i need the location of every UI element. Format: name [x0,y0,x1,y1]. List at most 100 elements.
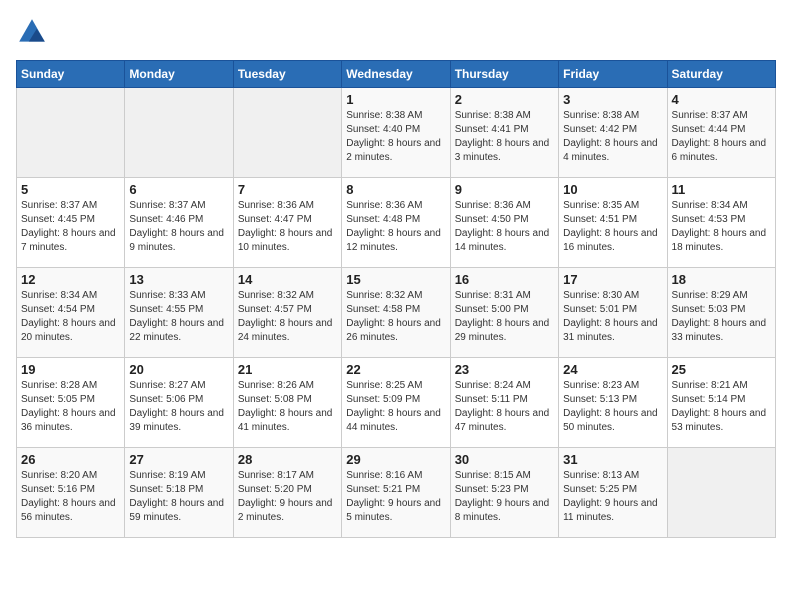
calendar-cell: 6 Sunrise: 8:37 AM Sunset: 4:46 PM Daylig… [125,178,233,268]
calendar-cell: 22 Sunrise: 8:25 AM Sunset: 5:09 PM Dayli… [342,358,450,448]
day-info: Sunrise: 8:35 AM Sunset: 4:51 PM Dayligh… [563,199,662,255]
day-info: Sunrise: 8:24 AM Sunset: 5:11 PM Dayligh… [455,379,554,435]
day-number: 14 [238,272,337,287]
weekday-header-saturday: Saturday [667,61,775,88]
day-number: 23 [455,362,554,377]
calendar-week-2: 12 Sunrise: 8:34 AM Sunset: 4:54 PM Dayli… [17,268,776,358]
day-number: 6 [129,182,228,197]
calendar-cell: 31 Sunrise: 8:13 AM Sunset: 5:25 PM Dayli… [559,448,667,538]
day-info: Sunrise: 8:30 AM Sunset: 5:01 PM Dayligh… [563,289,662,345]
calendar-cell: 2 Sunrise: 8:38 AM Sunset: 4:41 PM Daylig… [450,88,558,178]
calendar-cell: 13 Sunrise: 8:33 AM Sunset: 4:55 PM Dayli… [125,268,233,358]
calendar-cell [233,88,341,178]
day-number: 20 [129,362,228,377]
calendar-header-row: SundayMondayTuesdayWednesdayThursdayFrid… [17,61,776,88]
day-number: 26 [21,452,120,467]
day-info: Sunrise: 8:32 AM Sunset: 4:58 PM Dayligh… [346,289,445,345]
page-header [16,16,776,48]
calendar-cell: 26Sunrise: 8:20 AM Sunset: 5:16 PM Dayli… [17,448,125,538]
logo [16,16,54,48]
calendar-week-3: 19 Sunrise: 8:28 AM Sunset: 5:05 PM Dayli… [17,358,776,448]
day-number: 8 [346,182,445,197]
day-number: 22 [346,362,445,377]
calendar-cell: 3 Sunrise: 8:38 AM Sunset: 4:42 PM Daylig… [559,88,667,178]
calendar-cell: 21Sunrise: 8:26 AM Sunset: 5:08 PM Dayli… [233,358,341,448]
day-number: 27 [129,452,228,467]
day-number: 1 [346,92,445,107]
calendar-cell [17,88,125,178]
calendar: SundayMondayTuesdayWednesdayThursdayFrid… [16,60,776,538]
day-number: 16 [455,272,554,287]
calendar-cell: 5 Sunrise: 8:37 AM Sunset: 4:45 PM Daylig… [17,178,125,268]
day-info: Sunrise: 8:34 AM Sunset: 4:53 PM Dayligh… [672,199,771,255]
calendar-cell [125,88,233,178]
day-info: Sunrise: 8:37 AM Sunset: 4:44 PM Dayligh… [672,109,771,165]
day-number: 24 [563,362,662,377]
day-number: 12 [21,272,120,287]
calendar-cell: 30 Sunrise: 8:15 AM Sunset: 5:23 PM Dayli… [450,448,558,538]
calendar-cell: 4 Sunrise: 8:37 AM Sunset: 4:44 PM Daylig… [667,88,775,178]
calendar-cell: 8 Sunrise: 8:36 AM Sunset: 4:48 PM Daylig… [342,178,450,268]
day-info: Sunrise: 8:21 AM Sunset: 5:14 PM Dayligh… [672,379,771,435]
calendar-cell: 15 Sunrise: 8:32 AM Sunset: 4:58 PM Dayli… [342,268,450,358]
calendar-cell: 20 Sunrise: 8:27 AM Sunset: 5:06 PM Dayli… [125,358,233,448]
day-number: 31 [563,452,662,467]
day-info: Sunrise: 8:38 AM Sunset: 4:41 PM Dayligh… [455,109,554,165]
day-number: 4 [672,92,771,107]
day-number: 11 [672,182,771,197]
day-number: 28 [238,452,337,467]
day-number: 2 [455,92,554,107]
day-info: Sunrise: 8:28 AM Sunset: 5:05 PM Dayligh… [21,379,120,435]
day-info: Sunrise: 8:38 AM Sunset: 4:42 PM Dayligh… [563,109,662,165]
day-info: Sunrise: 8:36 AM Sunset: 4:50 PM Dayligh… [455,199,554,255]
calendar-cell: 12 Sunrise: 8:34 AM Sunset: 4:54 PM Dayli… [17,268,125,358]
day-number: 30 [455,452,554,467]
logo-icon [16,16,48,48]
day-info: Sunrise: 8:19 AM Sunset: 5:18 PM Dayligh… [129,469,228,525]
calendar-cell: 28 Sunrise: 8:17 AM Sunset: 5:20 PM Dayli… [233,448,341,538]
day-info: Sunrise: 8:16 AM Sunset: 5:21 PM Dayligh… [346,469,445,525]
calendar-cell: 27 Sunrise: 8:19 AM Sunset: 5:18 PM Dayli… [125,448,233,538]
day-info: Sunrise: 8:37 AM Sunset: 4:46 PM Dayligh… [129,199,228,255]
calendar-cell [667,448,775,538]
calendar-cell: 11 Sunrise: 8:34 AM Sunset: 4:53 PM Dayli… [667,178,775,268]
calendar-cell: 29 Sunrise: 8:16 AM Sunset: 5:21 PM Dayli… [342,448,450,538]
day-number: 29 [346,452,445,467]
day-number: 17 [563,272,662,287]
day-number: 15 [346,272,445,287]
calendar-cell: 10Sunrise: 8:35 AM Sunset: 4:51 PM Dayli… [559,178,667,268]
day-number: 3 [563,92,662,107]
calendar-cell: 9 Sunrise: 8:36 AM Sunset: 4:50 PM Daylig… [450,178,558,268]
day-info: Sunrise: 8:33 AM Sunset: 4:55 PM Dayligh… [129,289,228,345]
day-info: Sunrise: 8:29 AM Sunset: 5:03 PM Dayligh… [672,289,771,345]
day-number: 5 [21,182,120,197]
day-info: Sunrise: 8:32 AM Sunset: 4:57 PM Dayligh… [238,289,337,345]
day-number: 18 [672,272,771,287]
calendar-cell: 23 Sunrise: 8:24 AM Sunset: 5:11 PM Dayli… [450,358,558,448]
day-number: 25 [672,362,771,377]
day-number: 7 [238,182,337,197]
calendar-cell: 18 Sunrise: 8:29 AM Sunset: 5:03 PM Dayli… [667,268,775,358]
calendar-cell: 25 Sunrise: 8:21 AM Sunset: 5:14 PM Dayli… [667,358,775,448]
day-info: Sunrise: 8:15 AM Sunset: 5:23 PM Dayligh… [455,469,554,525]
calendar-week-1: 5 Sunrise: 8:37 AM Sunset: 4:45 PM Daylig… [17,178,776,268]
day-number: 19 [21,362,120,377]
weekday-header-tuesday: Tuesday [233,61,341,88]
calendar-cell: 24 Sunrise: 8:23 AM Sunset: 5:13 PM Dayli… [559,358,667,448]
day-number: 13 [129,272,228,287]
day-info: Sunrise: 8:17 AM Sunset: 5:20 PM Dayligh… [238,469,337,525]
calendar-cell: 7Sunrise: 8:36 AM Sunset: 4:47 PM Daylig… [233,178,341,268]
calendar-cell: 1Sunrise: 8:38 AM Sunset: 4:40 PM Daylig… [342,88,450,178]
weekday-header-wednesday: Wednesday [342,61,450,88]
calendar-week-0: 1Sunrise: 8:38 AM Sunset: 4:40 PM Daylig… [17,88,776,178]
day-info: Sunrise: 8:34 AM Sunset: 4:54 PM Dayligh… [21,289,120,345]
day-info: Sunrise: 8:13 AM Sunset: 5:25 PM Dayligh… [563,469,662,525]
day-info: Sunrise: 8:31 AM Sunset: 5:00 PM Dayligh… [455,289,554,345]
day-info: Sunrise: 8:25 AM Sunset: 5:09 PM Dayligh… [346,379,445,435]
day-number: 9 [455,182,554,197]
day-info: Sunrise: 8:23 AM Sunset: 5:13 PM Dayligh… [563,379,662,435]
day-info: Sunrise: 8:37 AM Sunset: 4:45 PM Dayligh… [21,199,120,255]
day-info: Sunrise: 8:27 AM Sunset: 5:06 PM Dayligh… [129,379,228,435]
calendar-cell: 19 Sunrise: 8:28 AM Sunset: 5:05 PM Dayli… [17,358,125,448]
day-info: Sunrise: 8:36 AM Sunset: 4:48 PM Dayligh… [346,199,445,255]
